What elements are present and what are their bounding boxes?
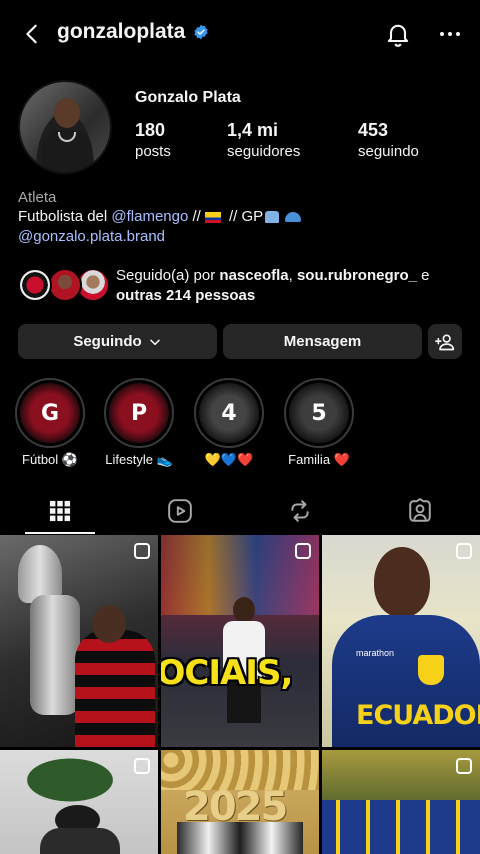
highlight-label: Familia ❤️ <box>288 452 350 467</box>
verified-badge-icon <box>194 24 208 40</box>
profile-avatar[interactable] <box>18 80 112 174</box>
ecuador-flag-icon <box>204 211 221 223</box>
highlight-ring: G <box>15 378 85 448</box>
carousel-icon <box>456 543 472 559</box>
message-button-label: Mensagem <box>283 333 362 350</box>
jersey-brand-text: marathon <box>356 648 395 658</box>
highlight-cover: P <box>109 383 169 443</box>
video-caption-overlay: SOCIAIS, <box>161 653 293 693</box>
highlight-cover: G <box>20 383 80 443</box>
follower-avatar-2 <box>48 268 82 302</box>
followed-conj: e <box>416 267 430 284</box>
highlight-label: Fútbol ⚽ <box>22 452 78 467</box>
followed-by-row[interactable]: Seguido(a) por nasceofla, sou.rubronegro… <box>18 266 468 306</box>
cap-icon <box>285 212 302 223</box>
stat-following[interactable]: 453 seguindo <box>358 120 419 160</box>
bio-mention-link[interactable]: @flamengo <box>111 208 188 225</box>
highlight-label: 💛💙❤️ <box>204 452 254 467</box>
active-tab-indicator <box>25 532 95 534</box>
post-thumbnail[interactable] <box>0 535 158 747</box>
jersey-text: ECUADOR <box>356 700 480 731</box>
player-head-shape <box>374 547 430 617</box>
bell-icon[interactable] <box>384 20 412 48</box>
highlight-label: Lifestyle 👟 <box>105 452 173 467</box>
palm-leaves-shape <box>10 750 130 810</box>
stat-followers-label: seguidores <box>227 143 301 160</box>
highlight-hearts[interactable]: 4 💛💙❤️ <box>194 378 264 468</box>
carousel-icon <box>456 758 472 774</box>
highlight-futbol[interactable]: G Fútbol ⚽ <box>15 378 85 468</box>
following-button[interactable]: Seguindo <box>18 324 217 359</box>
chevron-down-icon <box>149 338 160 345</box>
stat-posts-label: posts <box>135 143 171 160</box>
followed-by-text: Seguido(a) por nasceofla, sou.rubronegro… <box>116 266 466 306</box>
reposts-icon <box>291 500 309 522</box>
carousel-icon <box>295 543 311 559</box>
profile-username: gonzaloplata <box>57 20 209 44</box>
trophy-body-shape <box>30 595 80 715</box>
stat-followers-value: 1,4 mi <box>227 120 279 140</box>
shirt-icon <box>265 211 280 224</box>
stat-following-label: seguindo <box>358 143 419 160</box>
ecuador-crest-icon <box>418 655 444 685</box>
bio-prefix: Futbolista del <box>18 208 112 225</box>
back-arrow-icon[interactable] <box>18 20 46 48</box>
followed-others: outras 214 pessoas <box>116 287 256 304</box>
post-thumbnail[interactable]: 2025 <box>161 750 319 854</box>
username-text: gonzaloplata <box>57 20 186 43</box>
highlight-cover: 5 <box>289 383 349 443</box>
jersey-shape <box>75 630 155 747</box>
follower-avatar-1 <box>18 268 52 302</box>
followed-sep: , <box>288 267 297 284</box>
highlight-cover: 4 <box>199 383 259 443</box>
profile-tabs <box>0 488 480 534</box>
post-thumbnail[interactable] <box>322 750 480 854</box>
post-thumbnail[interactable] <box>0 750 158 854</box>
followed-user-2: sou.rubronegro_ <box>296 267 417 284</box>
tagged-icon <box>409 498 431 522</box>
tab-grid[interactable] <box>0 488 120 534</box>
carousel-icon <box>134 758 150 774</box>
profile-header: gonzaloplata <box>0 0 480 70</box>
stat-posts[interactable]: 180 posts <box>135 120 171 160</box>
followed-user-1: nasceofla <box>219 267 289 284</box>
avatar-head-shape <box>54 98 80 128</box>
person-body-shape <box>40 828 120 854</box>
profile-category: Atleta <box>18 189 57 206</box>
highlight-familia[interactable]: 5 Familia ❤️ <box>284 378 354 468</box>
reels-icon <box>168 499 192 523</box>
player-head-shape <box>92 605 126 643</box>
grid-icon <box>49 500 71 522</box>
following-button-label: Seguindo <box>73 333 142 350</box>
tab-reels[interactable] <box>120 488 240 534</box>
family-group-shape <box>177 822 303 854</box>
bio-middle: // <box>188 208 201 225</box>
add-user-button[interactable] <box>428 324 462 359</box>
highlight-lifestyle[interactable]: P Lifestyle 👟 <box>104 378 174 468</box>
highlight-ring: 4 <box>194 378 264 448</box>
message-button[interactable]: Mensagem <box>223 324 422 359</box>
person-head-shape <box>233 597 255 623</box>
followed-prefix: Seguido(a) por <box>116 267 220 284</box>
highlight-ring: P <box>104 378 174 448</box>
bio-line: Futbolista del @flamengo // // GP <box>18 208 302 225</box>
bio-suffix: // GP <box>224 208 264 225</box>
post-thumbnail[interactable]: SOCIAIS, <box>161 535 319 747</box>
more-icon[interactable] <box>438 22 462 46</box>
highlight-ring: 5 <box>284 378 354 448</box>
stat-following-value: 453 <box>358 120 389 140</box>
post-thumbnail[interactable]: marathon ECUADOR <box>322 535 480 747</box>
carousel-icon <box>134 543 150 559</box>
tab-reposts[interactable] <box>240 488 360 534</box>
brand-link[interactable]: @gonzalo.plata.brand <box>18 228 165 245</box>
stat-posts-value: 180 <box>135 120 166 140</box>
display-name: Gonzalo Plata <box>135 89 241 106</box>
add-user-icon <box>435 334 455 350</box>
tab-tagged[interactable] <box>360 488 480 534</box>
stat-followers[interactable]: 1,4 mi seguidores <box>227 120 300 160</box>
team-players-shape <box>322 800 480 854</box>
